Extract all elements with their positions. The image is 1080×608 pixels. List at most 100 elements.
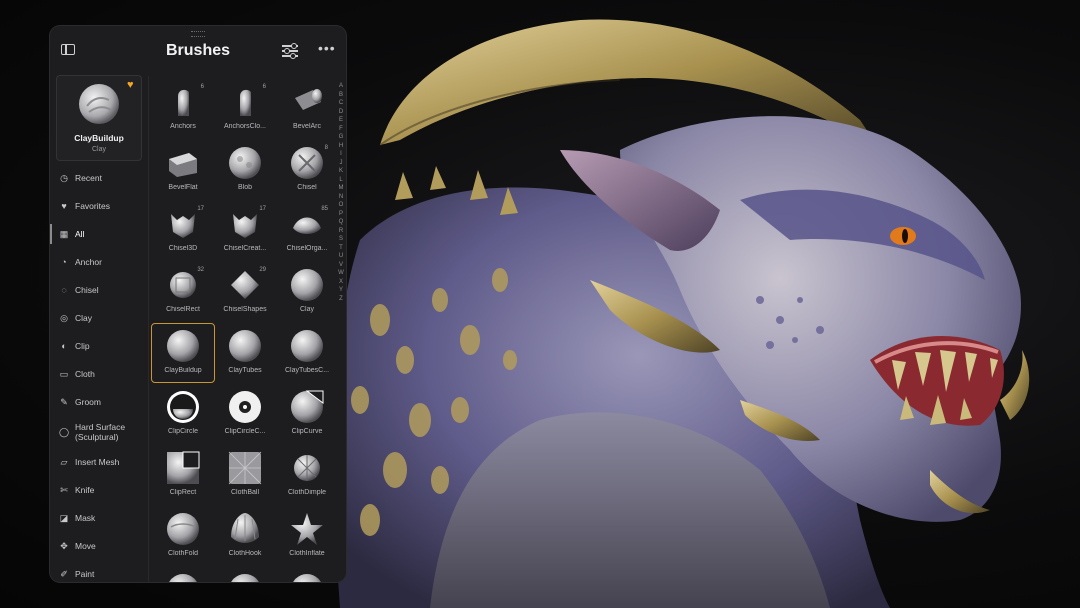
brush-tile[interactable]: ChiselCreat... 17 xyxy=(214,202,276,260)
brush-tile[interactable]: Chisel 8 xyxy=(276,141,338,199)
brush-tile[interactable]: ClothBall xyxy=(214,446,276,504)
brush-label: ClothInflate xyxy=(289,550,325,557)
category-label: Paint xyxy=(75,569,95,579)
brush-tile[interactable]: ClothHook xyxy=(214,507,276,565)
clip-icon: ◐ xyxy=(61,341,67,351)
brushes-panel: Brushes ••• ♥ ClayBuildup Clay ◷ Recent ♥ F… xyxy=(50,26,346,582)
brush-thumbnail xyxy=(293,217,321,234)
alphabet-letter[interactable]: W xyxy=(337,269,345,278)
current-brush-card[interactable]: ♥ ClayBuildup Clay xyxy=(56,75,142,161)
insert-mesh-icon: ▱ xyxy=(60,457,68,467)
alphabet-letter[interactable]: C xyxy=(337,99,345,108)
alphabet-letter[interactable]: Z xyxy=(337,295,345,304)
alphabet-letter[interactable]: O xyxy=(337,201,345,210)
alphabet-letter[interactable]: G xyxy=(337,133,345,142)
panel-header: Brushes ••• xyxy=(50,26,346,76)
category-favorites[interactable]: ♥ Favorites xyxy=(50,192,148,220)
brush-tile[interactable]: ClothFold xyxy=(152,507,214,565)
alphabet-letter[interactable]: T xyxy=(337,244,345,253)
category-recent[interactable]: ◷ Recent xyxy=(50,164,148,192)
category-anchor[interactable]: ◔ Anchor xyxy=(50,248,148,276)
alphabet-letter[interactable]: L xyxy=(337,176,345,185)
brush-thumbnail xyxy=(291,330,323,362)
brush-tile[interactable]: ClipRect xyxy=(152,446,214,504)
brush-tile[interactable]: ClothInflate xyxy=(276,507,338,565)
alphabet-letter[interactable]: Y xyxy=(337,286,345,295)
brush-tile[interactable] xyxy=(152,568,214,582)
category-label: Anchor xyxy=(75,257,102,267)
brush-tile[interactable]: ClipCircle xyxy=(152,385,214,443)
alphabet-letter[interactable]: N xyxy=(337,193,345,202)
brush-tile[interactable]: BevelFlat xyxy=(152,141,214,199)
current-brush-category: Clay xyxy=(91,146,106,153)
anchor-icon: ◔ xyxy=(61,257,67,267)
brush-label: ClothHook xyxy=(228,550,262,557)
alphabet-letter[interactable]: Q xyxy=(337,218,345,227)
brush-tile[interactable]: ChiselShapes 29 xyxy=(214,263,276,321)
alphabet-letter[interactable]: U xyxy=(337,252,345,261)
brush-tile[interactable]: ClayTubesC... xyxy=(276,324,338,382)
category-clip[interactable]: ◐ Clip xyxy=(50,332,148,360)
filter-icon[interactable] xyxy=(282,42,298,59)
brush-tile[interactable]: AnchorsClo... 6 xyxy=(214,80,276,138)
brush-label: Anchors xyxy=(170,123,196,130)
groom-icon: ✎ xyxy=(60,397,68,407)
brush-tile[interactable]: ClipCircleC... xyxy=(214,385,276,443)
alphabet-letter[interactable]: P xyxy=(337,210,345,219)
brush-tile[interactable]: ChiselOrga... 85 xyxy=(276,202,338,260)
alphabet-letter[interactable]: X xyxy=(337,278,345,287)
brush-thumbnail xyxy=(233,214,257,238)
alphabet-letter[interactable]: A xyxy=(337,82,345,91)
brush-tile[interactable]: Anchors 6 xyxy=(152,80,214,138)
category-hard-surface-sculptural[interactable]: ◯ Hard Surface (Sculptural) xyxy=(50,416,148,448)
alphabet-letter[interactable]: R xyxy=(337,227,345,236)
category-cloth[interactable]: ▭ Cloth xyxy=(50,360,148,388)
more-options-icon[interactable]: ••• xyxy=(318,40,336,56)
alphabet-index[interactable]: ABCDEFGHIJKLMNOPQRSTUVWXYZ xyxy=(337,82,345,303)
brush-thumbnail xyxy=(231,574,259,582)
brush-tile[interactable]: BevelArc xyxy=(276,80,338,138)
brush-label: ChiselShapes xyxy=(223,306,267,313)
alphabet-letter[interactable]: B xyxy=(337,91,345,100)
category-mask[interactable]: ◪ Mask xyxy=(50,504,148,532)
brush-thumbnail xyxy=(169,153,197,177)
alphabet-letter[interactable]: J xyxy=(337,159,345,168)
chisel-icon: ◌ xyxy=(61,285,67,295)
brush-tile[interactable]: Clay xyxy=(276,263,338,321)
brush-label: ClipCurve xyxy=(291,428,323,435)
alphabet-letter[interactable]: V xyxy=(337,261,345,270)
alphabet-letter[interactable]: H xyxy=(337,142,345,151)
category-insert-mesh[interactable]: ▱ Insert Mesh xyxy=(50,448,148,476)
hard-surface-icon: ◯ xyxy=(59,427,70,437)
alphabet-letter[interactable]: K xyxy=(337,167,345,176)
category-clay[interactable]: ◎ Clay xyxy=(50,304,148,332)
brush-thumbnail xyxy=(167,391,199,423)
brush-tile[interactable]: ClayBuildup xyxy=(151,323,215,383)
brush-label: Blob xyxy=(237,184,252,191)
alphabet-letter[interactable]: S xyxy=(337,235,345,244)
brush-label: Clay xyxy=(299,306,314,313)
brush-tile[interactable]: ChiselRect 32 xyxy=(152,263,214,321)
category-groom[interactable]: ✎ Groom xyxy=(50,388,148,416)
brush-thumbnail xyxy=(178,89,189,116)
brush-tile[interactable]: ClothDimple xyxy=(276,446,338,504)
brush-thumbnail xyxy=(291,269,323,301)
favorite-heart-icon[interactable]: ♥ xyxy=(127,79,134,91)
brush-tile[interactable]: Chisel3D 17 xyxy=(152,202,214,260)
category-paint[interactable]: ✐ Paint xyxy=(50,560,148,582)
category-move[interactable]: ✥ Move xyxy=(50,532,148,560)
alphabet-letter[interactable]: I xyxy=(337,150,345,159)
alphabet-letter[interactable]: E xyxy=(337,116,345,125)
alphabet-letter[interactable]: F xyxy=(337,125,345,134)
category-knife[interactable]: ✄ Knife xyxy=(50,476,148,504)
category-all[interactable]: ▦ All xyxy=(50,220,148,248)
alphabet-letter[interactable]: D xyxy=(337,108,345,117)
alphabet-letter[interactable]: M xyxy=(337,184,345,193)
brush-tile[interactable] xyxy=(276,568,338,582)
cloth-icon: ▭ xyxy=(59,369,69,379)
brush-tile[interactable] xyxy=(214,568,276,582)
brush-tile[interactable]: Blob xyxy=(214,141,276,199)
brush-tile[interactable]: ClayTubes xyxy=(214,324,276,382)
category-chisel[interactable]: ◌ Chisel xyxy=(50,276,148,304)
brush-tile[interactable]: ClipCurve xyxy=(276,385,338,443)
